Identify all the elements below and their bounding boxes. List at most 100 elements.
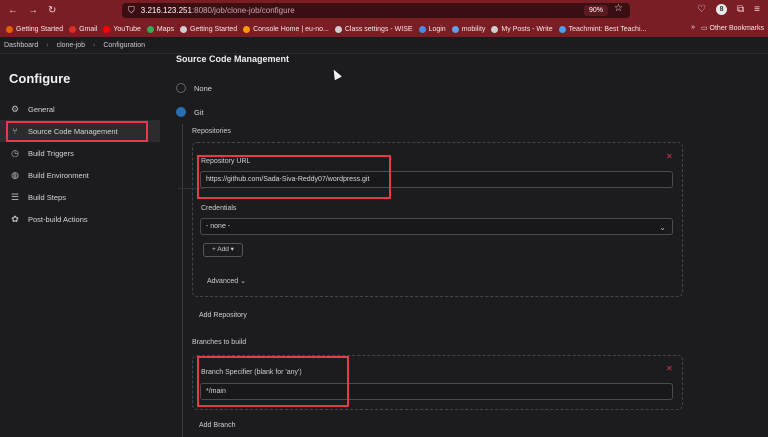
highlight-box	[197, 155, 391, 199]
bookmark-item[interactable]: Console Home | eu-no...	[243, 25, 329, 33]
bookmark-label: Getting Started	[16, 25, 64, 33]
list-icon: ☰	[10, 191, 20, 202]
bookmark-label: YouTube	[113, 25, 141, 33]
repositories-label: Repositories	[192, 128, 231, 135]
sidebar-item-general[interactable]: ⚙ General	[0, 98, 160, 120]
cog-icon: ✿	[11, 213, 19, 224]
highlight-box	[197, 356, 349, 407]
bookmark-label: Login	[428, 25, 446, 33]
sidebar-item-label: General	[28, 104, 55, 114]
sidebar-item-label: Build Steps	[28, 192, 66, 202]
gear-icon: ⚙	[10, 103, 20, 114]
credentials-select[interactable]: - none - ⌄	[200, 218, 673, 235]
bookmark-favicon-icon	[451, 25, 459, 33]
bookmark-label: Gmail	[79, 25, 98, 33]
highlight-box	[6, 121, 148, 142]
url-host: 3.216.123.251	[140, 6, 192, 15]
back-icon[interactable]: ←	[8, 5, 18, 16]
bookmark-label: Maps	[156, 25, 175, 33]
bookmark-label: Class settings - WISE	[344, 25, 413, 33]
advanced-label: Advanced	[207, 278, 239, 285]
mouse-cursor-icon	[330, 67, 342, 81]
bookmark-item[interactable]: Getting Started	[180, 25, 238, 33]
sidebar-item-label: Build Triggers	[28, 148, 74, 158]
url-path: :8080/job/clone-job/configure	[191, 6, 295, 15]
radio-label: Git	[194, 107, 204, 117]
bookmark-favicon-icon	[146, 25, 154, 33]
bookmark-star-icon[interactable]: ☆	[614, 3, 623, 14]
bookmark-item[interactable]: Class settings - WISE	[334, 25, 413, 33]
branches-label: Branches to build	[192, 339, 247, 346]
bookmark-item[interactable]: Login	[418, 25, 446, 33]
bookmark-label: Teachmint: Best Teachi...	[568, 25, 647, 33]
bookmark-label: Getting Started	[190, 25, 238, 33]
radio-git[interactable]	[176, 107, 186, 117]
chevron-down-icon: ⌄	[240, 278, 246, 285]
shield-icon: ⛉	[128, 5, 135, 15]
bookmark-item[interactable]: mobility	[451, 25, 486, 33]
reload-icon[interactable]: ↻	[48, 5, 56, 16]
bookmark-item[interactable]: Teachmint: Best Teachi...	[558, 25, 647, 33]
breadcrumb-separator: ›	[46, 41, 49, 49]
clock-icon: ◷	[11, 147, 19, 158]
sidebar-item-post-build-actions[interactable]: ✿ Post-build Actions	[0, 208, 160, 230]
sidebar-item-label: Post-build Actions	[28, 214, 88, 224]
bookmark-label: Console Home | eu-no...	[253, 25, 329, 33]
bookmark-favicon-icon	[334, 25, 342, 33]
credentials-label: Credentials	[201, 205, 237, 212]
breadcrumb-configuration[interactable]: Configuration	[103, 42, 145, 49]
bookmark-item[interactable]: My Posts - Write	[491, 25, 553, 33]
bookmark-label: My Posts - Write	[501, 25, 553, 33]
other-bookmarks-label: Other Bookmarks	[709, 25, 764, 32]
bookmark-favicon-icon	[243, 25, 251, 33]
radio-none[interactable]	[176, 83, 186, 93]
breadcrumb: Dashboard › clone-job › Configuration	[0, 37, 768, 54]
remove-branch-icon[interactable]: ✕	[666, 364, 673, 373]
other-bookmarks[interactable]: ▭ Other Bookmarks	[701, 24, 764, 32]
breadcrumb-job[interactable]: clone-job	[57, 42, 85, 49]
sidebar-item-build-triggers[interactable]: ◷ Build Triggers	[0, 142, 160, 164]
sidebar-item-label: Build Environment	[28, 170, 89, 180]
section-indent-line	[182, 124, 183, 437]
scm-option-none[interactable]: None	[176, 83, 212, 93]
bookmark-favicon-icon	[491, 25, 499, 33]
address-bar[interactable]: ⛉ 3.216.123.251 :8080/job/clone-job/conf…	[122, 3, 630, 18]
bookmark-favicon-icon	[6, 25, 13, 33]
bookmark-item[interactable]: Gmail	[69, 25, 98, 33]
bookmark-favicon-icon	[558, 25, 566, 33]
bookmark-favicon-icon	[103, 25, 111, 33]
advanced-button[interactable]: Advanced ⌄	[207, 277, 246, 285]
bookmarks-bar: Getting Started Gmail YouTube Maps Getting S…	[0, 21, 768, 37]
radio-label: None	[194, 83, 212, 93]
bookmark-label: mobility	[461, 25, 486, 33]
bookmarks-overflow-icon[interactable]: »	[691, 24, 695, 32]
sidebar-item-build-steps[interactable]: ☰ Build Steps	[0, 186, 160, 208]
sidebar: ⚙ General ⑂ Source Code Management ◷ Bui…	[0, 98, 160, 230]
credentials-value: - none -	[206, 223, 231, 230]
bookmark-favicon-icon	[180, 25, 188, 33]
scm-option-git[interactable]: Git	[176, 107, 204, 117]
bookmark-item[interactable]: Maps	[146, 25, 175, 33]
forward-icon[interactable]: →	[28, 5, 38, 16]
bookmark-favicon-icon	[69, 25, 77, 33]
add-branch-button[interactable]: Add Branch	[199, 422, 236, 429]
sidebar-item-build-environment[interactable]: ◍ Build Environment	[0, 164, 160, 186]
bookmark-favicon-icon	[418, 25, 426, 33]
breadcrumb-separator: ›	[93, 41, 96, 49]
add-repository-button[interactable]: Add Repository	[199, 312, 247, 319]
chevron-down-icon: ⌄	[659, 223, 666, 232]
bookmark-item[interactable]: Getting Started	[6, 25, 64, 33]
menu-icon[interactable]: ≡	[754, 4, 760, 15]
add-credentials-button[interactable]: + Add ▾	[203, 243, 243, 257]
pocket-icon[interactable]: ♡	[697, 4, 706, 15]
globe-icon: ◍	[11, 169, 19, 180]
account-avatar[interactable]: 8	[716, 4, 728, 15]
bookmark-item[interactable]: YouTube	[103, 25, 141, 33]
breadcrumb-dashboard[interactable]: Dashboard	[4, 42, 38, 49]
section-title: Source Code Management	[176, 54, 290, 64]
browser-toolbar: ← → ↻ ⛉ 3.216.123.251 :8080/job/clone-jo…	[0, 0, 768, 21]
extensions-icon[interactable]: ⧉	[737, 4, 744, 15]
page-title: Configure	[9, 71, 71, 86]
zoom-indicator[interactable]: 90%	[583, 5, 608, 16]
remove-repository-icon[interactable]: ✕	[666, 152, 673, 161]
